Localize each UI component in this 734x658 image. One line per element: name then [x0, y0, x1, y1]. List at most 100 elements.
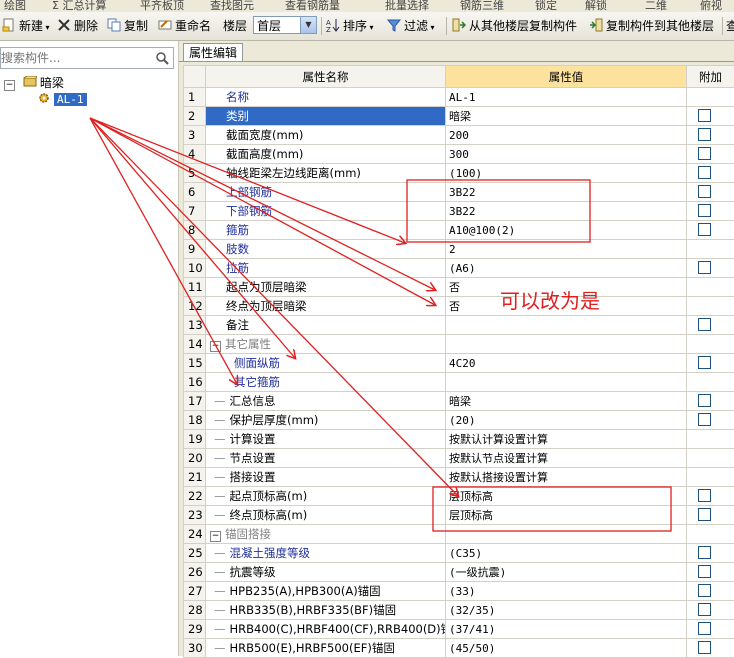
property-name-cell[interactable]: —HPB235(A),HPB300(A)锚固: [206, 582, 446, 601]
tab-property-edit[interactable]: 属性编辑: [183, 43, 243, 62]
property-value[interactable]: (一级抗震): [446, 563, 687, 582]
property-name-cell[interactable]: 备注: [206, 316, 446, 335]
property-value[interactable]: 2: [446, 240, 687, 259]
table-row[interactable]: 12终点为顶层暗梁否: [184, 297, 734, 316]
top-menu-item[interactable]: 查看钢筋量: [285, 0, 340, 12]
extra-checkbox[interactable]: [698, 394, 711, 407]
property-value[interactable]: 按默认节点设置计算: [446, 449, 687, 468]
extra-checkbox[interactable]: [698, 489, 711, 502]
table-row[interactable]: 11起点为顶层暗梁否: [184, 278, 734, 297]
property-value[interactable]: A10@100(2): [446, 221, 687, 240]
table-row[interactable]: 9肢数2: [184, 240, 734, 259]
property-name-cell[interactable]: —节点设置: [206, 449, 446, 468]
table-row[interactable]: 13备注: [184, 316, 734, 335]
table-row[interactable]: 25—混凝土强度等级(C35): [184, 544, 734, 563]
property-value[interactable]: 200: [446, 126, 687, 145]
table-row[interactable]: 21—搭接设置按默认搭接设置计算: [184, 468, 734, 487]
table-row[interactable]: 3截面宽度(mm)200: [184, 126, 734, 145]
tree-root[interactable]: − 暗梁: [4, 74, 64, 91]
table-row[interactable]: 23—终点顶标高(m)层顶标高: [184, 506, 734, 525]
overflow-button[interactable]: 查: [726, 16, 734, 36]
table-row[interactable]: 16其它箍筋: [184, 373, 734, 392]
table-row[interactable]: 5轴线距梁左边线距离(mm)(100): [184, 164, 734, 183]
property-value[interactable]: [446, 373, 687, 392]
extra-checkbox[interactable]: [698, 584, 711, 597]
table-row[interactable]: 1名称AL-1: [184, 88, 734, 107]
property-name-cell[interactable]: 类别: [206, 107, 446, 126]
filter-button[interactable]: 过滤 ▾: [387, 16, 435, 36]
property-value[interactable]: 按默认计算设置计算: [446, 430, 687, 449]
top-menu-item[interactable]: 钢筋三维: [460, 0, 504, 12]
property-value[interactable]: AL-1: [446, 88, 687, 107]
table-row[interactable]: 10拉筋(A6): [184, 259, 734, 278]
property-name-cell[interactable]: —汇总信息: [206, 392, 446, 411]
collapse-toggle-icon[interactable]: −: [210, 531, 221, 542]
extra-checkbox[interactable]: [698, 603, 711, 616]
table-row[interactable]: 8箍筋A10@100(2): [184, 221, 734, 240]
property-name-cell[interactable]: 拉筋: [206, 259, 446, 278]
extra-checkbox[interactable]: [698, 166, 711, 179]
property-value[interactable]: 层顶标高: [446, 506, 687, 525]
table-row[interactable]: 26—抗震等级(一级抗震): [184, 563, 734, 582]
extra-checkbox[interactable]: [698, 185, 711, 198]
property-value[interactable]: (32/35): [446, 601, 687, 620]
property-name-cell[interactable]: 截面高度(mm): [206, 145, 446, 164]
property-name-cell[interactable]: —HRB335(B),HRBF335(BF)锚固: [206, 601, 446, 620]
copy-from-floor-button[interactable]: 从其他楼层复制构件: [452, 16, 577, 36]
property-name-cell[interactable]: −其它属性: [206, 335, 446, 354]
collapse-toggle-icon[interactable]: −: [4, 80, 15, 91]
table-row[interactable]: 18—保护层厚度(mm)(20): [184, 411, 734, 430]
table-row[interactable]: 2类别暗梁: [184, 107, 734, 126]
property-value[interactable]: [446, 316, 687, 335]
top-menu-item[interactable]: 平齐板顶: [140, 0, 184, 12]
property-value[interactable]: (20): [446, 411, 687, 430]
extra-checkbox[interactable]: [698, 508, 711, 521]
property-name-cell[interactable]: 箍筋: [206, 221, 446, 240]
header-value[interactable]: 属性值: [446, 66, 687, 88]
property-name-cell[interactable]: —HRB500(E),HRBF500(EF)锚固: [206, 639, 446, 658]
property-name-cell[interactable]: —抗震等级: [206, 563, 446, 582]
table-row[interactable]: 24−锚固搭接: [184, 525, 734, 544]
extra-checkbox[interactable]: [698, 109, 711, 122]
extra-checkbox[interactable]: [698, 223, 711, 236]
extra-checkbox[interactable]: [698, 356, 711, 369]
extra-checkbox[interactable]: [698, 318, 711, 331]
table-row[interactable]: 20—节点设置按默认节点设置计算: [184, 449, 734, 468]
property-value[interactable]: 4C20: [446, 354, 687, 373]
collapse-toggle-icon[interactable]: −: [210, 341, 221, 352]
header-extra[interactable]: 附加: [687, 66, 734, 88]
top-menu-item[interactable]: 批量选择: [385, 0, 429, 12]
property-value[interactable]: 暗梁: [446, 392, 687, 411]
property-name-cell[interactable]: 起点为顶层暗梁: [206, 278, 446, 297]
property-value[interactable]: (37/41): [446, 620, 687, 639]
table-row[interactable]: 27—HPB235(A),HPB300(A)锚固(33): [184, 582, 734, 601]
property-value[interactable]: 层顶标高: [446, 487, 687, 506]
floor-select[interactable]: 首层 ▼: [253, 16, 317, 34]
property-value[interactable]: 300: [446, 145, 687, 164]
table-row[interactable]: 15侧面纵筋4C20: [184, 354, 734, 373]
property-name-cell[interactable]: −锚固搭接: [206, 525, 446, 544]
property-name-cell[interactable]: 名称: [206, 88, 446, 107]
property-name-cell[interactable]: 上部钢筋: [206, 183, 446, 202]
sort-button[interactable]: AZ排序 ▾: [326, 16, 374, 36]
extra-checkbox[interactable]: [698, 641, 711, 654]
property-name-cell[interactable]: 轴线距梁左边线距离(mm): [206, 164, 446, 183]
chevron-down-icon[interactable]: ▼: [300, 17, 316, 33]
extra-checkbox[interactable]: [698, 147, 711, 160]
top-menu-item[interactable]: Σ 汇总计算: [52, 0, 106, 12]
property-name-cell[interactable]: —HRB400(C),HRBF400(CF),RRB400(D)锚: [206, 620, 446, 639]
property-name-cell[interactable]: —混凝土强度等级: [206, 544, 446, 563]
property-value[interactable]: [446, 525, 687, 544]
table-row[interactable]: 6上部钢筋3B22: [184, 183, 734, 202]
property-name-cell[interactable]: —保护层厚度(mm): [206, 411, 446, 430]
property-value[interactable]: 3B22: [446, 202, 687, 221]
property-name-cell[interactable]: 肢数: [206, 240, 446, 259]
property-name-cell[interactable]: —终点顶标高(m): [206, 506, 446, 525]
property-name-cell[interactable]: 其它箍筋: [206, 373, 446, 392]
top-menu-item[interactable]: 俯视: [700, 0, 722, 12]
extra-checkbox[interactable]: [698, 546, 711, 559]
extra-checkbox[interactable]: [698, 565, 711, 578]
top-menu-item[interactable]: 解锁: [585, 0, 607, 12]
property-name-cell[interactable]: —计算设置: [206, 430, 446, 449]
property-name-cell[interactable]: 终点为顶层暗梁: [206, 297, 446, 316]
